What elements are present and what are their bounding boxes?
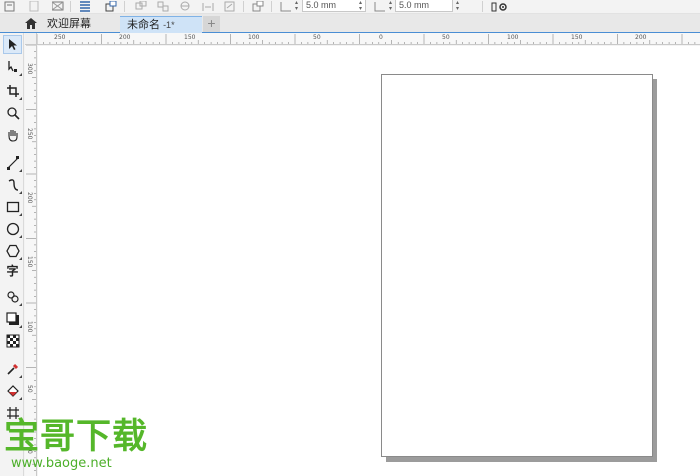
curve-icon (8, 178, 18, 191)
nudge-y-icon (374, 1, 386, 12)
nudge-icon[interactable] (157, 1, 169, 12)
freehand-line-icon (6, 155, 19, 170)
ruler-label: 200 (635, 34, 647, 41)
ruler-label: 200 (26, 192, 33, 204)
toolbox: 字 (0, 33, 24, 476)
zoom-tool[interactable] (3, 103, 22, 122)
tab-untitled-document[interactable]: 未命名 -1* (120, 16, 202, 33)
pan-tool[interactable] (3, 125, 22, 144)
tab-document-suffix: -1* (163, 20, 175, 30)
ruler-label: 250 (26, 128, 33, 140)
property-bar: ▴ ▾ 5.0 mm ▴ ▾ ▴ ▾ 5.0 mm ▴ ▾ (0, 0, 700, 14)
pick-tool[interactable] (3, 35, 22, 54)
polygon-icon (5, 244, 20, 257)
text-icon: 字 (6, 264, 19, 278)
nudge-x-step-icon[interactable]: ▴ ▾ (356, 0, 365, 12)
page-size-icon[interactable] (4, 1, 16, 12)
watermark: 宝哥下载 www.baoge.net (4, 418, 164, 476)
landscape-icon[interactable] (52, 1, 64, 12)
vertical-ruler[interactable]: 300 250 200 150 100 50 0 (25, 45, 37, 476)
tab-welcome-screen[interactable]: 欢迎屏幕 (40, 16, 118, 33)
duplicate-distance-icon[interactable] (179, 1, 191, 12)
add-tab-button[interactable]: + (203, 16, 220, 32)
ruler-label: 100 (507, 34, 519, 41)
ruler-origin[interactable] (25, 33, 37, 45)
align-pages-icon[interactable] (202, 1, 214, 12)
current-page-icon[interactable] (105, 1, 117, 12)
ellipse-icon (6, 222, 19, 235)
nudge-y-spinner-icon[interactable]: ▴ ▾ (386, 0, 395, 12)
rectangle-tool[interactable] (3, 197, 22, 216)
ruler-label: 300 (26, 63, 33, 75)
ruler-label: 250 (54, 34, 66, 41)
drawing-units-icon[interactable] (135, 1, 147, 12)
artistic-media-tool[interactable] (3, 175, 22, 194)
shape-node-icon (7, 60, 17, 72)
interactive-fill-tool[interactable] (3, 381, 22, 400)
ruler-label: 150 (26, 256, 33, 268)
ruler-label: 50 (26, 385, 33, 393)
ruler-label: 50 (313, 34, 321, 41)
ruler-label: 150 (571, 34, 583, 41)
freehand-tool[interactable] (3, 153, 22, 172)
dimension-icon (6, 290, 19, 303)
ruler-label: 100 (248, 34, 260, 41)
checker-icon (6, 334, 19, 347)
horizontal-ruler[interactable]: 250 200 150 100 50 0 50 100 150 200 (37, 33, 700, 45)
rectangle-icon (6, 201, 19, 212)
arrow-cursor-icon (8, 39, 17, 50)
hand-icon (7, 129, 18, 142)
paint-bucket-icon (6, 384, 19, 397)
settings-gear-icon[interactable] (491, 1, 509, 12)
ruler-label: 200 (119, 34, 131, 41)
ruler-label: 150 (184, 34, 196, 41)
tab-document-label: 未命名 (127, 19, 160, 31)
home-icon[interactable] (23, 16, 39, 31)
polygon-tool[interactable] (3, 241, 22, 260)
shape-tool[interactable] (3, 57, 22, 76)
app-window: ▴ ▾ 5.0 mm ▴ ▾ ▴ ▾ 5.0 mm ▴ ▾ 欢迎屏幕 未命名 -1* + (0, 0, 700, 476)
watermark-url: www.baoge.net (11, 456, 112, 471)
watermark-title: 宝哥下载 (4, 417, 149, 457)
text-tool[interactable]: 字 (3, 261, 22, 280)
nudge-x-icon (280, 1, 292, 12)
nudge-y-step-icon[interactable]: ▴ ▾ (453, 0, 462, 12)
paste-options-icon[interactable] (252, 1, 264, 12)
ruler-label: 100 (26, 321, 33, 333)
document-tab-bar: 欢迎屏幕 未命名 -1* + (0, 14, 700, 33)
nudge-y-field[interactable]: 5.0 mm (395, 0, 453, 12)
eyedropper-icon (6, 363, 18, 375)
all-pages-icon[interactable] (79, 1, 91, 12)
shadow-icon (5, 311, 19, 325)
ruler-label: 0 (379, 34, 383, 41)
crop-tool[interactable] (3, 81, 22, 100)
eyedropper-tool[interactable] (3, 359, 22, 378)
transparency-tool[interactable] (3, 331, 22, 350)
magnifier-icon (6, 106, 20, 120)
portrait-icon[interactable] (28, 1, 40, 12)
tab-welcome-label: 欢迎屏幕 (47, 18, 91, 30)
treat-objects-icon[interactable] (224, 1, 236, 12)
drop-shadow-tool[interactable] (3, 309, 22, 328)
nudge-x-spinner-icon[interactable]: ▴ ▾ (292, 0, 301, 12)
crop-icon (6, 84, 19, 97)
ellipse-tool[interactable] (3, 219, 22, 238)
ruler-label: 50 (442, 34, 450, 41)
document-page[interactable] (381, 74, 653, 457)
parallel-dimension-tool[interactable] (3, 287, 22, 306)
